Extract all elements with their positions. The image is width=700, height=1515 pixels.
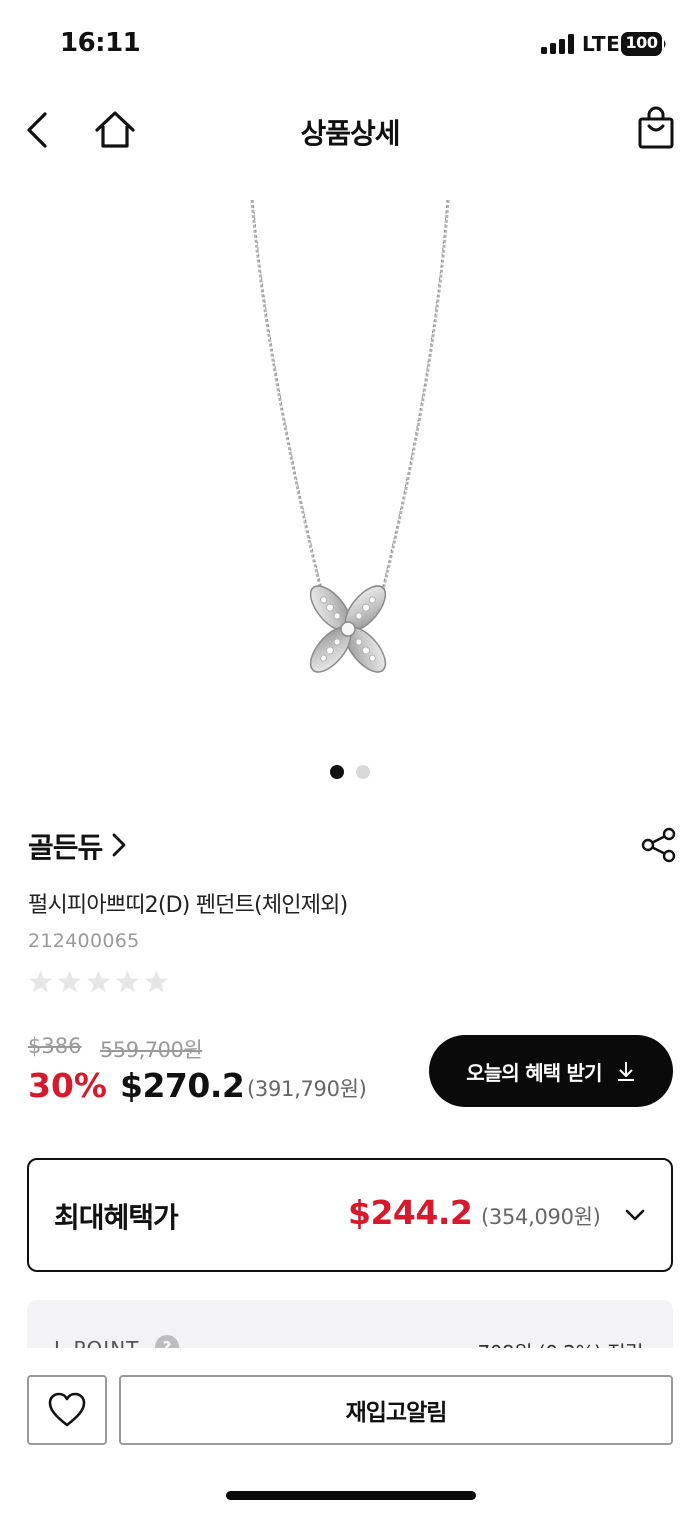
shopping-bag-icon	[638, 106, 674, 149]
lpoint-value: 708원 (0.2%) 적립	[477, 1337, 643, 1348]
sale-price-krw: (391,790원)	[247, 1077, 367, 1101]
star-icon	[145, 970, 168, 993]
max-benefit-label: 최대혜택가	[54, 1201, 179, 1234]
sale-price-usd: $270.2	[120, 1066, 245, 1105]
original-price-usd: $386	[28, 1034, 82, 1058]
rating-stars	[28, 969, 169, 997]
shopping-bag-button[interactable]	[632, 104, 680, 154]
max-benefit-price-krw: (354,090원)	[481, 1205, 601, 1229]
status-time: 16:11	[60, 28, 141, 58]
battery-icon: 100	[621, 31, 667, 57]
max-benefit-price-usd: $244.2	[348, 1193, 473, 1232]
download-icon	[617, 1062, 634, 1081]
battery-level: 100	[625, 33, 658, 52]
chevron-down-icon[interactable]	[624, 1204, 646, 1226]
star-icon	[29, 970, 52, 993]
lpoint-panel: L.POINT ? 708원 (0.2%) 적립	[27, 1300, 673, 1348]
brand-name[interactable]: 골든듀	[28, 826, 103, 866]
restock-alert-label: 재입고알림	[345, 1400, 448, 1426]
gallery-dot[interactable]	[356, 765, 370, 779]
product-image[interactable]	[170, 196, 530, 696]
gallery-dot-active[interactable]	[330, 765, 344, 779]
network-type: LTE	[582, 32, 621, 56]
chevron-right-icon[interactable]	[108, 830, 130, 860]
get-todays-benefit-button[interactable]: 오늘의 혜택 받기	[429, 1035, 673, 1107]
product-name: 펄시피아쁘띠2(D) 펜던트(체인제외)	[28, 893, 348, 918]
wishlist-button[interactable]	[27, 1375, 107, 1445]
page-title: 상품상세	[300, 117, 400, 150]
home-indicator[interactable]	[226, 1491, 476, 1500]
share-icon	[641, 827, 676, 863]
lpoint-label: L.POINT	[54, 1337, 139, 1348]
discount-rate: 30%	[28, 1066, 107, 1105]
star-icon	[58, 970, 81, 993]
product-code: 212400065	[28, 930, 140, 952]
original-price-krw: 559,700원	[100, 1038, 203, 1062]
help-icon[interactable]: ?	[155, 1335, 179, 1348]
heart-icon	[48, 1392, 86, 1427]
star-icon	[87, 970, 110, 993]
cellular-signal-icon	[541, 34, 574, 54]
restock-alert-button[interactable]: 재입고알림	[119, 1375, 673, 1445]
share-button[interactable]	[640, 826, 678, 864]
star-icon	[116, 970, 139, 993]
benefit-button-label: 오늘의 혜택 받기	[466, 1060, 602, 1085]
